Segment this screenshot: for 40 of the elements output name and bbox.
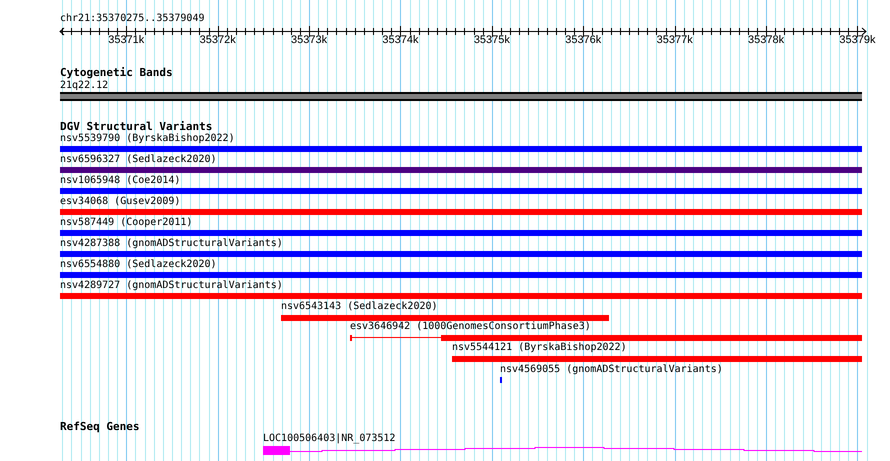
- scale-tick-label: 35375k: [474, 34, 510, 47]
- variant-bar[interactable]: [281, 315, 609, 321]
- variant-label: nsv5539790 (ByrskaBishop2022): [60, 133, 235, 145]
- scale-tick-label: 35378k: [748, 34, 784, 47]
- scale-tick-label: 35371k: [108, 34, 144, 47]
- scale-tick-label: 35373k: [291, 34, 328, 47]
- variant-label: nsv4569055 (gnomADStructuralVariants): [500, 364, 723, 376]
- variant-bar[interactable]: [60, 230, 862, 236]
- variant-bar[interactable]: [60, 272, 862, 278]
- variant-bar[interactable]: [60, 293, 862, 299]
- scale-tick-label: 35372k: [200, 34, 236, 47]
- band-bar[interactable]: [60, 92, 862, 101]
- variant-bar[interactable]: [452, 356, 862, 362]
- variant-label: nsv6543143 (Sedlazeck2020): [281, 301, 438, 313]
- track-title: Cytogenetic Bands: [60, 66, 173, 79]
- band-label: 21q22.12: [60, 80, 108, 92]
- gene-label: LOC100506403|NR_073512: [263, 433, 396, 445]
- variant-label: esv34068 (Gusev2009): [60, 196, 180, 208]
- variant-bar[interactable]: [60, 251, 862, 257]
- scale-tick-label: 35374k: [382, 34, 418, 47]
- variant-bar[interactable]: [60, 146, 862, 152]
- variant-label: esv3646942 (1000GenomesConsortiumPhase3): [350, 321, 591, 333]
- variant-bar-drawing[interactable]: [350, 335, 862, 341]
- track-title: RefSeq Genes: [60, 420, 140, 433]
- variant-bar[interactable]: [60, 167, 862, 173]
- scale-tick-label: 35376k: [565, 34, 602, 47]
- variant-label: nsv6596327 (Sedlazeck2020): [60, 154, 217, 166]
- variant-bar[interactable]: [60, 188, 862, 194]
- track-title: DGV Structural Variants: [60, 120, 212, 133]
- variant-label: nsv5544121 (ByrskaBishop2022): [452, 342, 627, 354]
- gene-model-drawing[interactable]: [263, 446, 862, 455]
- scale-tick-label: 35377k: [656, 34, 693, 47]
- variant-label: nsv6554880 (Sedlazeck2020): [60, 259, 217, 271]
- variant-bar[interactable]: [60, 209, 862, 215]
- variant-label: nsv4287388 (gnomADStructuralVariants): [60, 238, 283, 250]
- location-label: chr21:35370275..35379049: [60, 13, 204, 25]
- variant-label: nsv1065948 (Coe2014): [60, 175, 180, 187]
- variant-label: nsv587449 (Cooper2011): [60, 217, 192, 229]
- scale-tick-label: 35379k: [839, 34, 876, 47]
- variant-label: nsv4289727 (gnomADStructuralVariants): [60, 280, 283, 292]
